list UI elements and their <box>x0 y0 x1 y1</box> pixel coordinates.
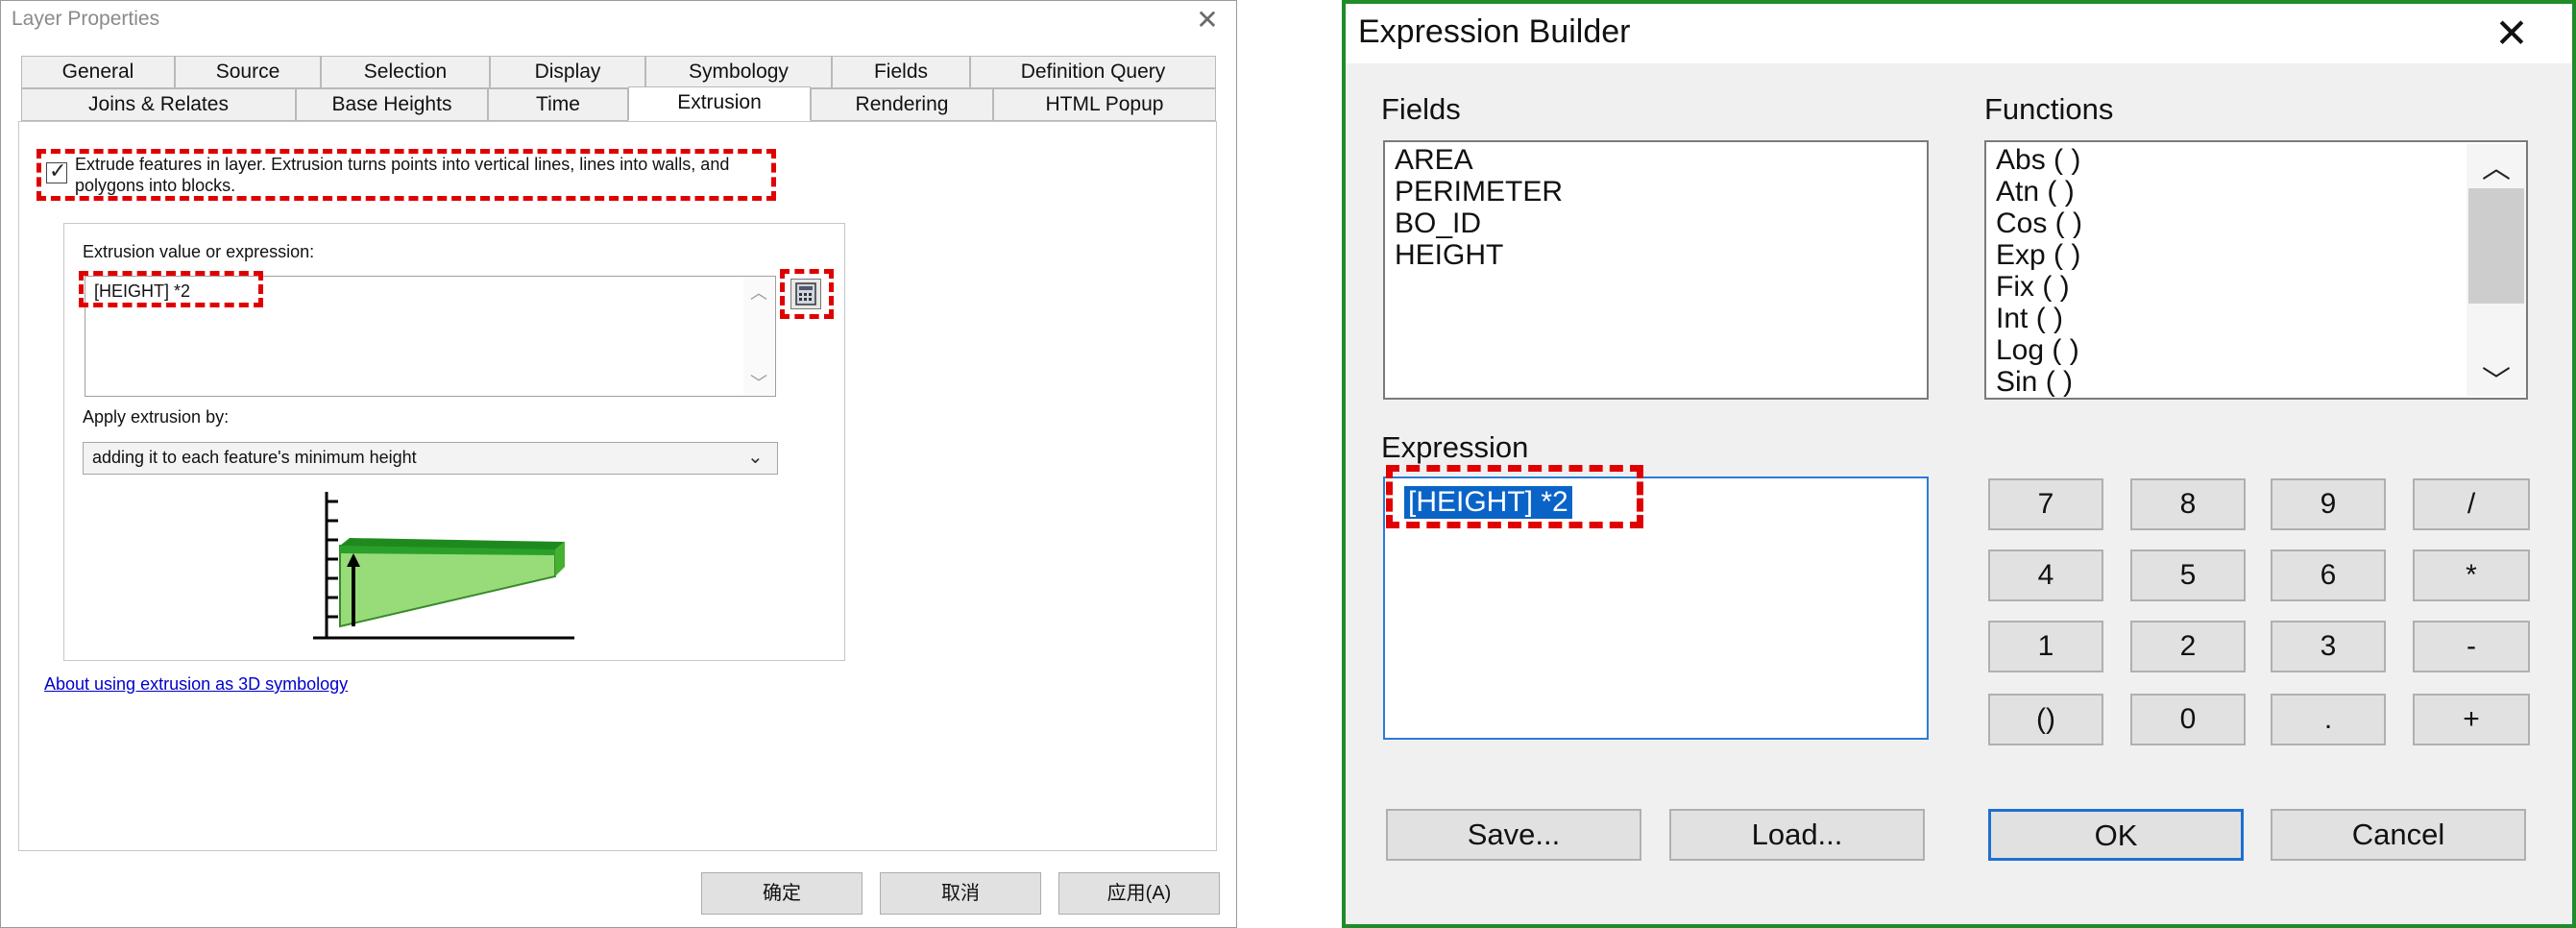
dialog-title: Layer Properties <box>12 8 160 30</box>
scroll-down-icon[interactable]: ﹀ <box>745 370 772 393</box>
key-dot[interactable]: . <box>2271 694 2386 745</box>
field-item[interactable]: BO_ID <box>1395 208 1481 239</box>
close-icon[interactable]: ✕ <box>1191 4 1224 37</box>
key-multiply[interactable]: * <box>2413 549 2530 601</box>
key-9[interactable]: 9 <box>2271 478 2386 530</box>
ok-button[interactable]: OK <box>1988 809 2244 861</box>
tab-extrusion[interactable]: Extrusion <box>628 86 811 121</box>
fields-label: Fields <box>1381 92 1461 126</box>
tab-base-heights[interactable]: Base Heights <box>296 88 488 121</box>
key-3[interactable]: 3 <box>2271 621 2386 672</box>
expression-label: Expression <box>1381 430 1529 464</box>
tab-rendering[interactable]: Rendering <box>811 88 993 121</box>
highlight-box <box>79 271 263 307</box>
about-extrusion-link[interactable]: About using extrusion as 3D symbology <box>44 674 348 695</box>
calculator-icon <box>795 282 816 305</box>
scroll-up-icon[interactable]: ︿ <box>2474 144 2518 184</box>
function-item[interactable]: Log ( ) <box>1996 334 2079 366</box>
ok-button[interactable]: 确定 <box>701 872 863 915</box>
tab-fields[interactable]: Fields <box>832 56 970 88</box>
expression-builder-button[interactable] <box>790 279 821 309</box>
key-7[interactable]: 7 <box>1988 478 2103 530</box>
close-icon[interactable]: ✕ <box>2488 10 2536 58</box>
tab-time[interactable]: Time <box>488 88 628 121</box>
apply-extrusion-label: Apply extrusion by: <box>83 407 230 427</box>
function-item[interactable]: Fix ( ) <box>1996 271 2070 303</box>
tab-symbology[interactable]: Symbology <box>645 56 832 88</box>
save-button[interactable]: Save... <box>1386 809 1641 861</box>
field-item[interactable]: AREA <box>1395 144 1473 176</box>
scroll-up-icon[interactable]: ︿ <box>745 280 772 303</box>
function-item[interactable]: Abs ( ) <box>1996 144 2080 176</box>
function-item[interactable]: Int ( ) <box>1996 303 2063 334</box>
field-item[interactable]: PERIMETER <box>1395 176 1563 208</box>
tab-selection[interactable]: Selection <box>321 56 490 88</box>
cancel-button[interactable]: Cancel <box>2271 809 2526 861</box>
extrusion-value-label: Extrusion value or expression: <box>83 242 315 261</box>
tab-general[interactable]: General <box>21 56 175 88</box>
extrusion-illustration <box>305 482 580 642</box>
apply-button[interactable]: 应用(A) <box>1058 872 1220 915</box>
key-0[interactable]: 0 <box>2130 694 2246 745</box>
key-1[interactable]: 1 <box>1988 621 2103 672</box>
tab-source[interactable]: Source <box>175 56 321 88</box>
scrollbar-thumb[interactable] <box>2468 188 2524 304</box>
dialog-title: Expression Builder <box>1358 13 1631 50</box>
field-item[interactable]: HEIGHT <box>1395 239 1503 271</box>
key-plus[interactable]: + <box>2413 694 2530 745</box>
extrude-description: Extrude features in layer. Extrusion tur… <box>75 155 730 195</box>
scroll-down-icon[interactable]: ﹀ <box>2474 357 2518 398</box>
apply-extrusion-value: adding it to each feature's minimum heig… <box>92 448 417 467</box>
tab-html-popup[interactable]: HTML Popup <box>993 88 1216 121</box>
tab-definition-query[interactable]: Definition Query <box>970 56 1216 88</box>
highlight-box <box>1386 465 1643 528</box>
key-6[interactable]: 6 <box>2271 549 2386 601</box>
function-item[interactable]: Atn ( ) <box>1996 176 2075 208</box>
key-2[interactable]: 2 <box>2130 621 2246 672</box>
tab-display[interactable]: Display <box>490 56 645 88</box>
key-8[interactable]: 8 <box>2130 478 2246 530</box>
extrude-checkbox[interactable]: ✓ <box>46 159 67 183</box>
key-parentheses[interactable]: () <box>1988 694 2103 745</box>
key-4[interactable]: 4 <box>1988 549 2103 601</box>
functions-label: Functions <box>1984 92 2114 126</box>
function-item[interactable]: Exp ( ) <box>1996 239 2080 271</box>
key-divide[interactable]: / <box>2413 478 2530 530</box>
cancel-button[interactable]: 取消 <box>880 872 1041 915</box>
key-minus[interactable]: - <box>2413 621 2530 672</box>
checkmark-icon: ✓ <box>49 159 67 183</box>
key-5[interactable]: 5 <box>2130 549 2246 601</box>
chevron-down-icon: ⌄ <box>747 447 764 468</box>
function-item[interactable]: Sin ( ) <box>1996 366 2073 397</box>
function-item[interactable]: Cos ( ) <box>1996 208 2082 239</box>
load-button[interactable]: Load... <box>1669 809 1925 861</box>
tab-joins-relates[interactable]: Joins & Relates <box>21 88 296 121</box>
